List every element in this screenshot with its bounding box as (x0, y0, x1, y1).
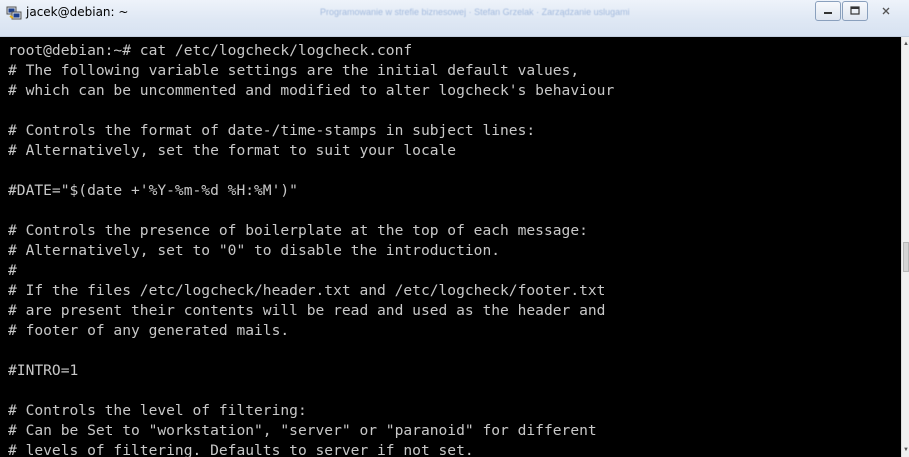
terminal-line: # The following variable settings are th… (8, 62, 580, 79)
scroll-up-icon[interactable]: ▲ (902, 39, 909, 49)
terminal-line: # footer of any generated mails. (8, 322, 290, 339)
maximize-button[interactable] (842, 1, 868, 21)
terminal-output[interactable]: root@debian:~# cat /etc/logcheck/logchec… (0, 37, 901, 457)
terminal-line: # (8, 262, 17, 279)
terminal-line: # Can be Set to "workstation", "server" … (8, 422, 597, 439)
terminal-line: # Alternatively, set to "0" to disable t… (8, 242, 501, 259)
terminal-line: # Controls the level of filtering: (8, 402, 307, 419)
scroll-down-icon[interactable]: ▼ (902, 445, 909, 455)
putty-icon[interactable] (6, 5, 22, 21)
minimize-icon (824, 12, 832, 14)
terminal-line: # Controls the presence of boilerplate a… (8, 222, 588, 239)
title-bar[interactable]: jacek@debian: ~ Programowanie w strefie … (0, 0, 909, 37)
terminal-line: #INTRO=1 (8, 362, 79, 379)
window-controls (815, 1, 903, 21)
background-window-title: Programowanie w strefie biznesowej · Ste… (320, 7, 630, 17)
scrollbar-thumb[interactable] (903, 242, 909, 272)
minimize-button[interactable] (815, 1, 841, 21)
terminal-line: # which can be uncommented and modified … (8, 82, 615, 99)
terminal-line: #DATE="$(date +'%Y-%m-%d %H:%M')" (8, 182, 298, 199)
terminal-line: # are present their contents will be rea… (8, 302, 606, 319)
terminal-line: # Alternatively, set the format to suit … (8, 142, 457, 159)
terminal-line: # levels of filtering. Defaults to serve… (8, 442, 474, 457)
vertical-scrollbar[interactable]: ▲ ▼ (901, 37, 909, 457)
terminal-line: # If the files /etc/logcheck/header.txt … (8, 282, 606, 299)
close-button[interactable] (869, 1, 903, 21)
terminal-line: root@debian:~# cat /etc/logcheck/logchec… (8, 42, 413, 59)
window-title: jacek@debian: ~ (26, 5, 129, 19)
terminal-line: # Controls the format of date-/time-stam… (8, 122, 536, 139)
maximize-icon (850, 6, 860, 15)
close-icon (882, 7, 890, 15)
